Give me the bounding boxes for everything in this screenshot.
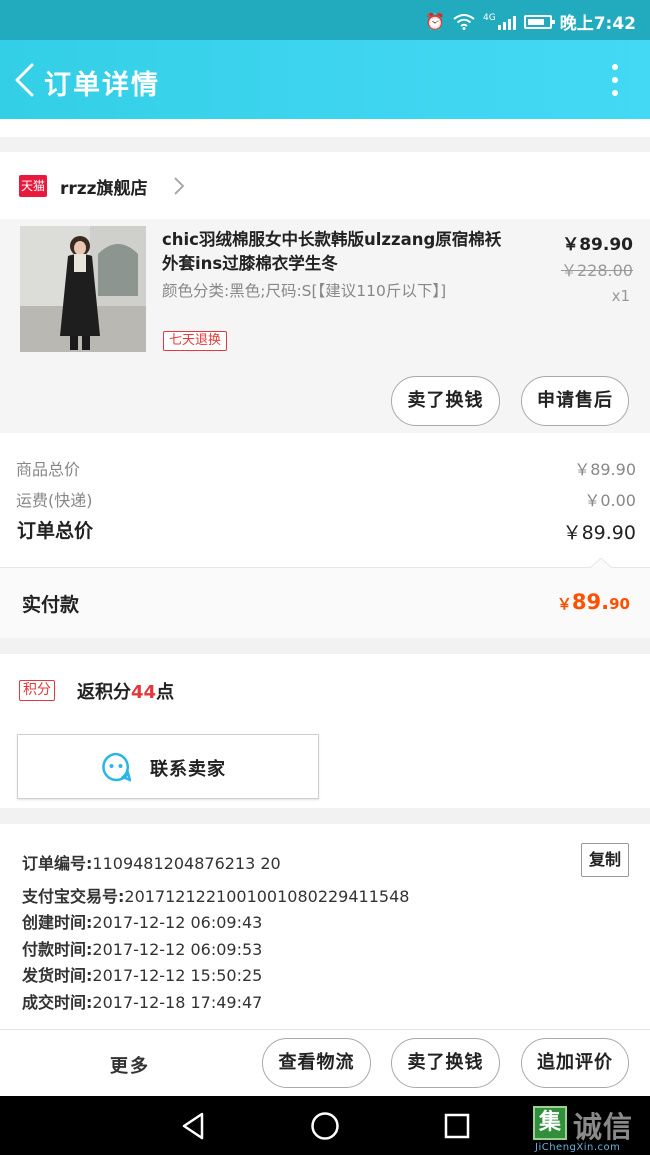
more-button[interactable]: 更多 <box>110 1052 150 1078</box>
order-info-key: 订单编号: <box>22 854 93 873</box>
product-title[interactable]: chic羽绒棉服女中长款韩版ulzzang原宿棉袄外套ins过膝棉衣学生冬 <box>162 228 512 276</box>
order-info-line: 支付宝交易号:2017121221001001080229411548 <box>22 883 409 907</box>
shop-name[interactable]: rrzz旗舰店 <box>60 174 148 199</box>
apply-after-sale-button[interactable]: 申请售后 <box>521 376 629 426</box>
points-suffix: 点 <box>156 682 175 703</box>
points-text: 返积分44点 <box>77 678 174 704</box>
order-total-label: 订单总价 <box>17 520 94 542</box>
product-quantity: x1 <box>611 287 630 305</box>
order-info-key: 发货时间: <box>22 966 93 985</box>
page-title: 订单详情 <box>44 70 160 101</box>
app-header: 订单详情 <box>0 40 650 119</box>
points-value: 44 <box>131 682 157 703</box>
order-info-value: 2017-12-12 06:09:53 <box>92 940 263 959</box>
price-summary-card <box>0 433 650 567</box>
chat-face-icon <box>102 752 131 782</box>
order-info-line: 付款时间:2017-12-12 06:09:53 <box>22 936 262 960</box>
order-info-value: 2017121221001001080229411548 <box>124 887 410 906</box>
sell-for-cash-bottom-button[interactable]: 卖了换钱 <box>391 1038 500 1088</box>
shipping-label: 运费(快递) <box>16 491 93 510</box>
more-vertical-icon[interactable] <box>610 64 620 96</box>
recents-square-icon[interactable] <box>444 1113 470 1139</box>
network-type: 4G <box>483 12 496 23</box>
chevron-right-icon[interactable] <box>173 176 185 196</box>
order-info-line: 订单编号:1109481204876213 20 <box>22 850 281 874</box>
points-badge: 积分 <box>19 680 55 701</box>
signal-icon <box>497 14 516 30</box>
shipping-value: ￥0.00 <box>584 491 636 510</box>
watermark-logo: 集 诚信 JiChengXin.com <box>533 1104 650 1155</box>
watermark-cn: 诚信 <box>573 1110 634 1144</box>
view-logistics-button[interactable]: 查看物流 <box>262 1038 371 1088</box>
order-info-value: 2017-12-12 06:09:43 <box>92 913 263 932</box>
order-info-key: 创建时间: <box>22 913 93 932</box>
status-time: 晚上7:42 <box>559 14 636 34</box>
goods-total-label: 商品总价 <box>16 460 81 479</box>
status-bar: ⏰ 4G 晚上7:42 <box>0 0 650 40</box>
product-sku: 颜色分类:黑色;尺码:S[【建议110斤以下】] <box>162 282 447 300</box>
seven-day-return-badge: 七天退换 <box>163 331 228 351</box>
watermark-mark: 集 <box>533 1106 567 1140</box>
order-total-value: ￥89.90 <box>562 522 636 544</box>
paid-int: 89. <box>571 590 610 614</box>
back-triangle-icon[interactable] <box>180 1111 206 1141</box>
product-price: ￥89.90 <box>562 235 633 255</box>
sell-for-cash-button[interactable]: 卖了换钱 <box>391 376 500 426</box>
order-info-line: 创建时间:2017-12-12 06:09:43 <box>22 909 262 933</box>
order-info-key: 成交时间: <box>22 993 93 1012</box>
tmall-logo: 天猫 <box>19 175 47 197</box>
order-info-key: 支付宝交易号: <box>22 887 125 906</box>
order-info-line: 发货时间:2017-12-12 15:50:25 <box>22 962 262 986</box>
points-prefix: 返积分 <box>77 682 131 703</box>
paid-card <box>0 567 650 638</box>
order-info-value: 2017-12-18 17:49:47 <box>92 993 263 1012</box>
contact-seller-button[interactable]: 联系卖家 <box>17 734 319 799</box>
watermark-en: JiChengXin.com <box>535 1142 621 1153</box>
home-circle-icon[interactable] <box>310 1111 340 1141</box>
contact-seller-label: 联系卖家 <box>150 759 226 780</box>
product-image[interactable] <box>20 226 146 352</box>
paid-amount: ￥89.90 <box>557 590 630 614</box>
divider-notch <box>590 558 612 569</box>
alarm-icon: ⏰ <box>425 11 445 31</box>
order-info-value: 2017-12-12 15:50:25 <box>92 966 263 985</box>
chevron-left-icon[interactable] <box>12 62 38 98</box>
add-review-button[interactable]: 追加评价 <box>521 1038 629 1088</box>
order-info-value: 1109481204876213 20 <box>92 854 281 873</box>
goods-total-value: ￥89.90 <box>574 460 636 479</box>
wifi-icon <box>453 13 475 30</box>
battery-icon <box>523 14 555 29</box>
order-info-key: 付款时间: <box>22 940 93 959</box>
spacer-strip <box>0 119 650 137</box>
paid-dec: 90 <box>609 595 630 613</box>
original-price: ￥228.00 <box>561 261 633 280</box>
paid-currency: ￥ <box>556 595 572 613</box>
order-info-line: 成交时间:2017-12-18 17:49:47 <box>22 989 262 1013</box>
copy-button[interactable]: 复制 <box>581 843 629 877</box>
paid-label: 实付款 <box>22 594 80 616</box>
